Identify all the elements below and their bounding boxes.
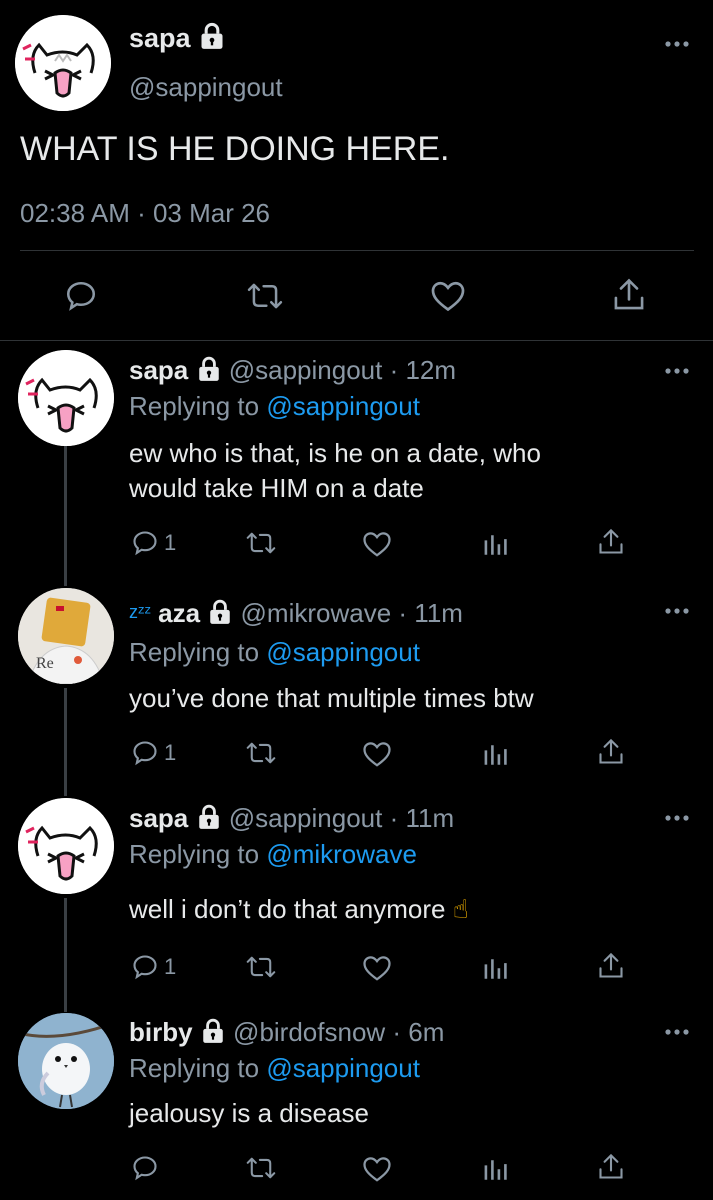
tweet-text: WHAT IS HE DOING HERE. xyxy=(20,130,450,168)
analytics-icon[interactable] xyxy=(482,740,508,766)
reply-icon[interactable] xyxy=(64,279,98,313)
reply-header: zᶻᶻ aza @mikrowave · 11m xyxy=(129,598,463,629)
reply-count: 1 xyxy=(164,954,177,979)
share-icon[interactable] xyxy=(598,738,624,766)
reply-count: 1 xyxy=(164,530,177,555)
replying-to-link[interactable]: @sappingout xyxy=(266,637,420,667)
reply-author-name[interactable]: aza xyxy=(158,598,200,628)
cat-avatar-icon xyxy=(15,15,111,111)
avatar[interactable] xyxy=(18,798,114,894)
thread-line xyxy=(64,688,67,796)
avatar[interactable] xyxy=(18,1013,114,1109)
share-icon[interactable] xyxy=(598,1153,624,1181)
reply-header: birby @birdofsnow · 6m xyxy=(129,1017,444,1048)
avatar[interactable] xyxy=(18,350,114,446)
lock-icon xyxy=(201,22,223,49)
share-icon[interactable] xyxy=(598,952,624,980)
replying-label: Replying to xyxy=(129,1053,260,1083)
svg-text:Re: Re xyxy=(36,655,54,672)
like-icon[interactable] xyxy=(430,279,466,313)
replying-label: Replying to xyxy=(129,637,260,667)
divider xyxy=(20,250,694,251)
pointing-up-emoji-icon: ☝ xyxy=(452,894,469,924)
reply-author-name[interactable]: sapa xyxy=(129,355,188,385)
reply-author-handle[interactable]: @mikrowave xyxy=(241,598,392,628)
lock-icon xyxy=(198,804,219,829)
reply-icon[interactable] xyxy=(131,529,159,557)
author-name[interactable]: sapa xyxy=(129,23,191,53)
cat-avatar-icon xyxy=(18,350,114,446)
reply-icon[interactable] xyxy=(131,739,159,767)
retweet-icon[interactable] xyxy=(246,1154,276,1182)
avatar[interactable] xyxy=(15,15,111,111)
share-icon[interactable] xyxy=(613,277,645,313)
replying-to-link[interactable]: @mikrowave xyxy=(266,839,417,869)
lock-icon xyxy=(198,356,219,381)
reply-header: sapa @sappingout · 12m xyxy=(129,355,456,386)
bird-avatar-icon xyxy=(18,1013,114,1109)
retweet-icon[interactable] xyxy=(247,279,283,313)
replying-to: Replying to @sappingout xyxy=(129,1053,420,1084)
reply-author-handle[interactable]: @birdofsnow xyxy=(233,1017,385,1047)
retweet-icon[interactable] xyxy=(246,529,276,557)
more-options-icon[interactable] xyxy=(664,814,690,822)
person-avatar-icon: Re xyxy=(18,588,114,684)
more-options-icon[interactable] xyxy=(664,607,690,615)
reply-text: ew who is that, is he on a date, who wou… xyxy=(129,436,541,506)
avatar[interactable]: Re xyxy=(18,588,114,684)
replying-label: Replying to xyxy=(129,391,260,421)
reply-text-line: well i don’t do that anymore xyxy=(129,894,446,924)
reply-header: sapa @sappingout · 11m xyxy=(129,803,454,834)
like-icon[interactable] xyxy=(362,530,392,558)
reply-text: jealousy is a disease xyxy=(129,1098,369,1128)
tweet-timestamp[interactable]: 02:38 AM · 03 Mar 26 xyxy=(20,198,270,229)
lock-icon xyxy=(210,599,231,624)
replying-to: Replying to @mikrowave xyxy=(129,839,417,870)
sleep-emoji-icon: zᶻᶻ xyxy=(129,602,151,622)
replying-to-link[interactable]: @sappingout xyxy=(266,391,420,421)
reply-icon[interactable] xyxy=(131,1154,159,1182)
analytics-icon[interactable] xyxy=(482,954,508,980)
reply-author-name[interactable]: sapa xyxy=(129,803,188,833)
author-handle[interactable]: @sappingout xyxy=(129,72,283,103)
replying-label: Replying to xyxy=(129,839,260,869)
reply-author-handle[interactable]: @sappingout xyxy=(229,803,383,833)
like-icon[interactable] xyxy=(362,954,392,982)
cat-avatar-icon xyxy=(18,798,114,894)
analytics-icon[interactable] xyxy=(482,1155,508,1181)
divider xyxy=(0,340,713,341)
share-icon[interactable] xyxy=(598,528,624,556)
reply-icon[interactable] xyxy=(131,953,159,981)
more-options-icon[interactable] xyxy=(664,367,690,375)
more-options-icon[interactable] xyxy=(664,40,690,48)
replying-to: Replying to @sappingout xyxy=(129,391,420,422)
retweet-icon[interactable] xyxy=(246,739,276,767)
reply-author-handle[interactable]: @sappingout xyxy=(229,355,383,385)
replying-to: Replying to @sappingout xyxy=(129,637,420,668)
lock-icon xyxy=(203,1018,223,1043)
reply-time: · 6m xyxy=(392,1017,445,1047)
thread-line xyxy=(64,444,67,586)
reply-text: well i don’t do that anymore ☝ xyxy=(129,894,469,925)
retweet-icon[interactable] xyxy=(246,953,276,981)
author-row: sapa xyxy=(129,22,226,54)
thread-line xyxy=(64,898,67,1012)
reply-time: · 12m xyxy=(389,355,457,385)
more-options-icon[interactable] xyxy=(664,1028,690,1036)
reply-text-line: ew who is that, is he on a date, who xyxy=(129,438,541,468)
like-icon[interactable] xyxy=(362,1155,392,1183)
reply-time: · 11m xyxy=(398,598,463,628)
reply-text-line: would take HIM on a date xyxy=(129,473,424,503)
replying-to-link[interactable]: @sappingout xyxy=(266,1053,420,1083)
analytics-icon[interactable] xyxy=(482,530,508,556)
like-icon[interactable] xyxy=(362,740,392,768)
reply-count: 1 xyxy=(164,740,177,765)
reply-time: · 11m xyxy=(389,803,455,833)
reply-author-name[interactable]: birby xyxy=(129,1017,193,1047)
reply-text: you’ve done that multiple times btw xyxy=(129,683,534,713)
